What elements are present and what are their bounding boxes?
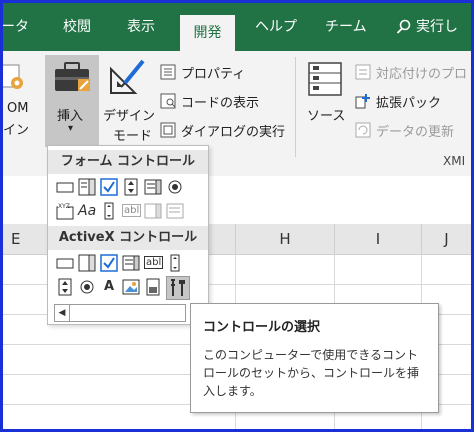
a-label: A [103, 279, 115, 294]
refresh-data-label: データの更新 [376, 125, 455, 140]
design-mode-button[interactable]: デザイン モード [101, 55, 155, 147]
design-mode-label-1: デザイン [103, 109, 156, 124]
column-label-j: J [444, 230, 449, 248]
form-controls-header: フォーム コントロール [48, 150, 208, 174]
activex-image-icon[interactable] [122, 278, 140, 296]
insert-controls-gallery: フォーム コントロール XYZ Aa abl ActiveX コントロール ab… [47, 145, 209, 325]
insert-label: 挿入 [57, 109, 84, 124]
tooltip-line-3: 入します。 [203, 384, 262, 398]
column-label-i: I [375, 230, 381, 248]
abl-label: abl [144, 256, 164, 269]
run-dialog-button[interactable]: ダイアログの実行 [160, 121, 290, 141]
column-header-j[interactable]: J [422, 224, 471, 255]
view-code-label: コードの表示 [181, 96, 260, 111]
refresh-data-button: データの更新 [355, 121, 471, 141]
com-addins-label-2: イン [3, 123, 30, 138]
activex-scrollbar-icon[interactable] [166, 254, 184, 272]
refresh-data-icon [355, 122, 371, 138]
tooltip-line-1: このコンピューターで使用できるコント [203, 348, 419, 362]
activex-spinbutton-icon[interactable] [56, 278, 74, 296]
xml-group-label: XMI [443, 154, 466, 168]
form-label-icon[interactable]: Aa [78, 202, 96, 220]
aa-label: Aa [78, 203, 97, 219]
xyz-label: XYZ [58, 203, 70, 210]
ribbon-tab-bar: ータ 校閲 表示 開発 ヘルプ チーム 実行し [3, 3, 471, 51]
expansion-packs-label: 拡張パック [376, 96, 442, 111]
activex-textbox-icon[interactable]: abl [144, 254, 164, 272]
com-addins-icon [3, 64, 23, 89]
tab-developer[interactable]: 開発 [180, 15, 235, 51]
app-window: ータ 校閲 表示 開発 ヘルプ チーム 実行し OM イン 挿入 ▾ デザイン … [0, 0, 474, 432]
column-label-e: E [11, 230, 21, 248]
activex-combobox-icon[interactable] [78, 254, 96, 272]
tab-help[interactable]: ヘルプ [255, 3, 297, 51]
form-option-button-icon[interactable] [166, 178, 184, 196]
activex-label-icon[interactable]: A [100, 278, 118, 296]
group-separator [295, 57, 296, 157]
tooltip-title: コントロールの選択 [203, 320, 321, 335]
toolbox-icon [55, 62, 90, 91]
tab-data[interactable]: ータ [3, 3, 29, 51]
view-code-button[interactable]: コードの表示 [160, 92, 290, 112]
search-icon [396, 19, 411, 34]
tab-team[interactable]: チーム [325, 3, 367, 51]
form-textfield-icon: abl [122, 202, 142, 220]
map-properties-label: 対応付けのプロ [376, 67, 468, 82]
map-properties-button: 対応付けのプロ [355, 63, 471, 83]
scroll-left-arrow[interactable]: ◀ [55, 305, 70, 321]
com-addins-label-1: OM [7, 101, 29, 116]
form-listbox-icon[interactable] [144, 178, 162, 196]
tab-review[interactable]: 校閲 [63, 3, 91, 51]
view-code-icon [160, 93, 176, 109]
column-header-i[interactable]: I [335, 224, 422, 255]
source-label: ソース [307, 109, 346, 124]
more-controls-tooltip: コントロールの選択 このコンピューターで使用できるコント ロールのセットから、コ… [190, 303, 439, 413]
properties-icon [160, 64, 176, 80]
column-header-h[interactable]: H [236, 224, 335, 255]
gallery-scrollbar[interactable]: ◀ [54, 304, 186, 322]
form-spinbutton-icon[interactable] [122, 178, 140, 196]
run-dialog-icon [160, 122, 176, 138]
activex-option-button-icon[interactable] [78, 278, 96, 296]
com-addins-button[interactable]: OM イン [3, 59, 41, 149]
tooltip-line-2: ロールのセットから、コントロールを挿 [203, 366, 420, 380]
abl-label-disabled: abl [122, 204, 142, 217]
form-button-icon[interactable] [56, 178, 74, 196]
activex-toggle-button-icon[interactable] [144, 278, 162, 296]
insert-controls-button[interactable]: 挿入 ▾ [45, 55, 99, 147]
expansion-packs-button[interactable]: 拡張パック [355, 92, 471, 112]
column-label-h: H [279, 230, 291, 248]
source-button[interactable]: ソース [301, 55, 349, 147]
activex-checkbox-icon[interactable] [100, 254, 118, 272]
form-checkbox-icon[interactable] [100, 178, 118, 196]
form-combo-list-icon [144, 202, 162, 220]
form-combobox-icon[interactable] [78, 178, 96, 196]
run-dialog-label: ダイアログの実行 [181, 125, 286, 140]
tab-view[interactable]: 表示 [127, 3, 155, 51]
form-scrollbar-icon[interactable] [100, 202, 118, 220]
insert-dropdown-arrow: ▾ [68, 123, 74, 134]
properties-button[interactable]: プロパティ [160, 63, 290, 83]
design-mode-label-2: モード [113, 129, 153, 144]
form-combo-dropdown-icon [166, 202, 184, 220]
design-mode-icon [110, 59, 145, 94]
properties-label: プロパティ [181, 67, 246, 82]
expansion-packs-icon [355, 94, 370, 109]
xml-source-icon [308, 62, 342, 96]
more-controls-icon[interactable] [166, 276, 190, 300]
tell-me-label: 実行し [416, 19, 458, 35]
map-properties-icon [355, 64, 371, 80]
activex-button-icon[interactable] [56, 254, 74, 272]
tell-me-box[interactable]: 実行し [396, 3, 458, 51]
activex-controls-header: ActiveX コントロール [48, 226, 208, 250]
activex-listbox-icon[interactable] [122, 254, 140, 272]
form-groupbox-icon[interactable]: XYZ [56, 202, 74, 220]
